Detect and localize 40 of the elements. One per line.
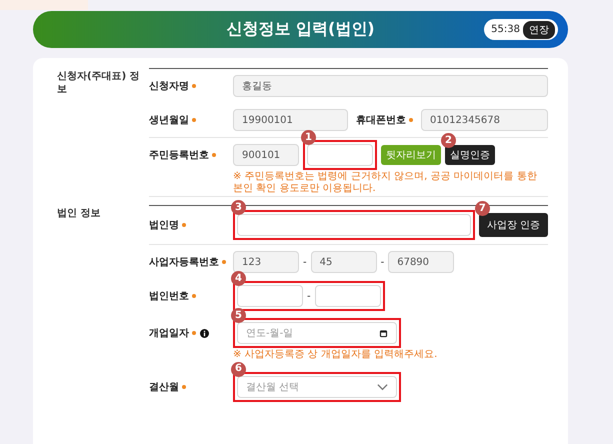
- field-label: 사업자등록번호: [149, 256, 219, 269]
- input-field[interactable]: [237, 285, 303, 307]
- section-title: 신청자(주대표) 정보: [57, 70, 141, 97]
- field-label: 개업일자: [149, 327, 189, 340]
- step-badge: 3: [231, 200, 246, 215]
- field-label: 결산월: [149, 380, 179, 394]
- field-label: 생년월일: [149, 114, 189, 127]
- action-button[interactable]: 사업장 인증: [478, 213, 548, 237]
- field-label: 법인명: [149, 219, 179, 232]
- step-badge: 1: [301, 130, 316, 145]
- input-field[interactable]: 01012345678: [421, 109, 548, 131]
- info-icon[interactable]: [200, 328, 209, 338]
- input-field[interactable]: 홍길동: [233, 75, 548, 97]
- field-label: 법인번호: [149, 290, 189, 303]
- separator-text: -: [303, 256, 307, 268]
- field-label: 휴대폰번호: [356, 114, 406, 127]
- step-badge: 5: [231, 308, 246, 323]
- separator-text: -: [380, 256, 384, 268]
- chevron-down-icon: [377, 382, 388, 390]
- step-badge: 6: [231, 362, 246, 376]
- input-field[interactable]: 67890: [388, 251, 454, 273]
- input-field[interactable]: [314, 285, 381, 307]
- field-label: 신청자명: [149, 80, 189, 93]
- notice-text: ※ 주민등록번호는 법령에 근거하지 않으며, 공공 마이데이터를 통한 본인 확인 용도로만 이용됩니다.: [233, 171, 538, 194]
- section-title: 법인 정보: [57, 207, 102, 221]
- input-field[interactable]: 19900101: [233, 109, 348, 131]
- notice-text: ※ 사업자등록증 상 개업일자를 입력해주세요.: [233, 349, 438, 360]
- step-badge: 7: [474, 201, 490, 216]
- calendar-icon[interactable]: [379, 328, 388, 338]
- input-field[interactable]: 123: [233, 251, 299, 273]
- page-title: 신청정보 입력(법인): [226, 19, 375, 40]
- timer-text: 55:38: [491, 24, 520, 35]
- extend-button[interactable]: 연장: [523, 20, 555, 38]
- step-badge: 4: [231, 271, 246, 286]
- input-field[interactable]: 900101: [233, 144, 299, 166]
- input-field[interactable]: 45: [310, 251, 377, 273]
- field-label: 주민등록번호: [149, 149, 209, 162]
- step-badge: 2: [441, 133, 456, 148]
- separator-text: -: [307, 290, 311, 302]
- action-button[interactable]: 실명인증: [445, 145, 495, 165]
